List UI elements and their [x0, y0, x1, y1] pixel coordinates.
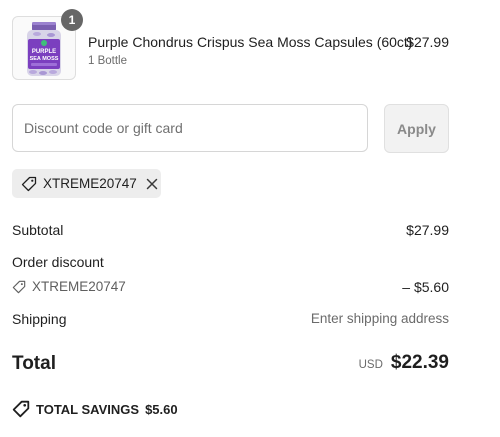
- discount-value: – $5.60: [402, 279, 449, 295]
- quantity-badge: 1: [61, 9, 83, 31]
- total-amount: $22.39: [390, 352, 449, 373]
- product-thumbnail: PURPLE SEA MOSS 1: [12, 9, 83, 80]
- subtotal-value: $27.99: [406, 222, 449, 238]
- total-savings-value: $5.60: [145, 401, 178, 417]
- product-variant: 1 Bottle: [88, 55, 127, 67]
- bottle-label-line-2: SEA MOSS: [30, 56, 59, 62]
- total-savings: TOTAL SAVINGS $5.60: [12, 400, 178, 418]
- shipping-value: Enter shipping address: [310, 311, 449, 326]
- bottle-label-line-1: PURPLE: [32, 49, 56, 55]
- total-row: Total USD $22.39: [12, 352, 449, 378]
- total-value-group: USD $22.39: [359, 352, 449, 374]
- total-currency: USD: [358, 359, 383, 371]
- tag-icon: [12, 400, 30, 418]
- subtotal-label: Subtotal: [12, 222, 64, 238]
- discount-code-line: XTREME20747: [12, 279, 126, 294]
- cart-line-item: PURPLE SEA MOSS 1 Purple Chondrus Crispu…: [12, 9, 449, 80]
- applied-discount-code: XTREME20747: [43, 176, 137, 191]
- remove-discount-close-icon[interactable]: [145, 177, 159, 191]
- product-price: $27.99: [406, 34, 449, 50]
- product-name: Purple Chondrus Crispus Sea Moss Capsule…: [88, 34, 413, 50]
- order-discount-label: Order discount: [12, 254, 104, 270]
- discount-code-text: XTREME20747: [32, 279, 126, 294]
- total-label: Total: [12, 353, 56, 374]
- apply-discount-button[interactable]: Apply: [384, 104, 449, 153]
- tag-icon: [21, 176, 37, 192]
- discount-code-input[interactable]: [12, 104, 368, 152]
- shipping-label: Shipping: [12, 311, 67, 327]
- applied-discount-tag: XTREME20747: [12, 169, 161, 198]
- total-savings-label: TOTAL SAVINGS: [36, 401, 140, 417]
- tag-icon: [12, 280, 26, 294]
